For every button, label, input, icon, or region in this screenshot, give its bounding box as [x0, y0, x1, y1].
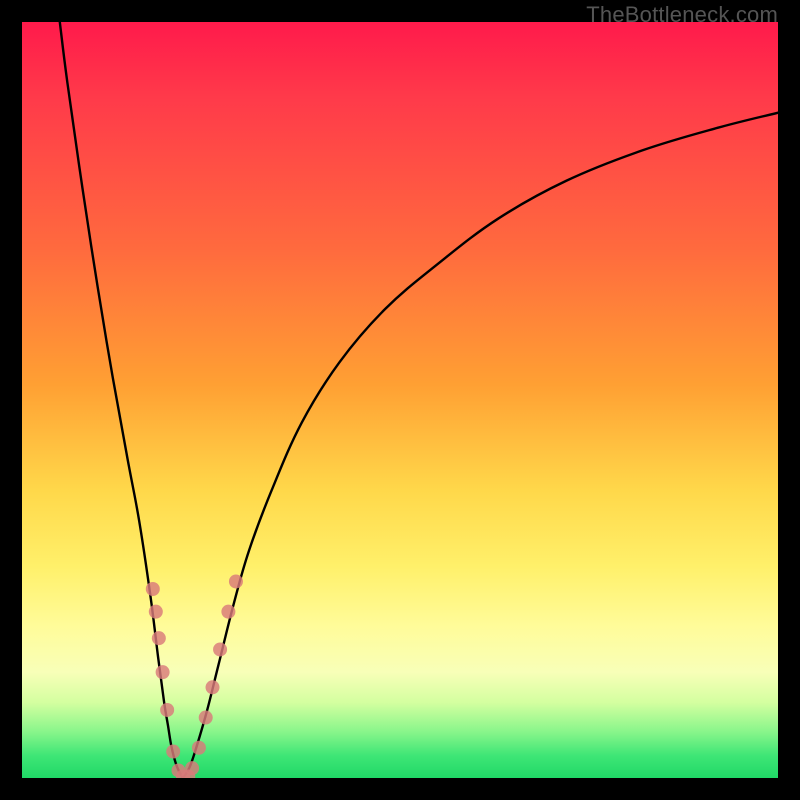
- chart-frame: TheBottleneck.com: [0, 0, 800, 800]
- plot-area: [22, 22, 778, 778]
- watermark-text: TheBottleneck.com: [586, 2, 778, 28]
- gradient-background: [22, 22, 778, 778]
